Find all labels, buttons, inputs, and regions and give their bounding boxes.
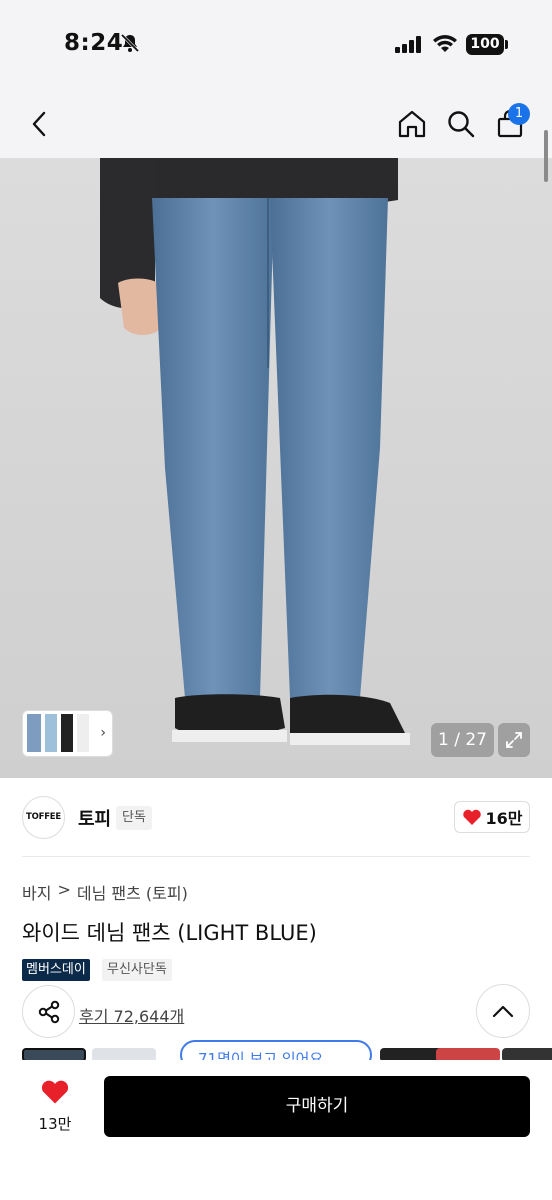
battery-tip [505,40,508,49]
heart-icon [462,809,481,825]
product-photo-jeans [100,158,410,745]
scrollbar[interactable] [544,130,548,182]
search-button[interactable] [439,102,483,146]
bell-muted-icon [120,33,140,57]
like-count: 16만 [485,809,523,828]
reviews-link[interactable]: 후기 72,644개 [79,1003,184,1027]
musinsa-exclusive-tag: 무신사단독 [102,959,172,981]
scroll-to-top-button[interactable] [476,984,530,1038]
chevron-left-icon [32,111,46,137]
share-button[interactable] [22,985,75,1038]
members-day-tag: 멤버스데이 [22,959,90,981]
color-thumbnail[interactable] [502,1048,552,1060]
share-icon [38,1000,59,1023]
breadcrumb-separator: > [57,880,71,899]
chevron-up-icon [492,1005,514,1018]
color-thumbnail[interactable] [22,1048,86,1060]
breadcrumb-subcategory[interactable]: 데님 팬츠 (토피) [77,880,188,904]
wifi-icon [432,34,458,58]
breadcrumb: 바지 > 데님 팬츠 (토피) [22,880,188,904]
expand-image-button[interactable] [498,723,530,757]
color-thumbnail[interactable] [436,1048,500,1060]
thumbnail-strip-button[interactable]: › [22,710,113,757]
status-bar: 8:24 100 [0,0,552,90]
color-thumbnail[interactable] [92,1048,156,1060]
exclusive-tag: 단독 [116,806,152,830]
brand-name[interactable]: 토피 [78,805,111,831]
home-button[interactable] [390,102,434,146]
expand-icon [506,732,522,748]
color-thumbnail[interactable] [380,1048,444,1060]
cart-count-badge: 1 [508,103,530,125]
thumbnail-preview-image [27,714,89,752]
brand-logo[interactable]: TOFFEE [22,796,65,839]
status-time: 8:24 [64,30,124,56]
image-counter: 1 / 27 [431,723,494,757]
search-icon [448,111,475,138]
bottom-like-count: 13만 [38,1115,72,1133]
buy-button[interactable]: 구매하기 [104,1076,530,1137]
home-icon [398,110,426,138]
nav-bar [0,90,552,158]
like-button[interactable]: 16만 [454,801,530,833]
bottom-like-button[interactable]: 13만 [22,1078,88,1138]
back-button[interactable] [17,102,61,146]
product-title: 와이드 데님 팬츠 (LIGHT BLUE) [22,921,317,945]
product-image[interactable] [0,158,552,778]
divider [22,856,530,857]
signal-icon [395,36,423,57]
chevron-right-icon: › [100,725,106,741]
breadcrumb-category[interactable]: 바지 [22,880,51,904]
heart-icon [41,1080,69,1104]
battery-indicator: 100 [466,34,504,55]
